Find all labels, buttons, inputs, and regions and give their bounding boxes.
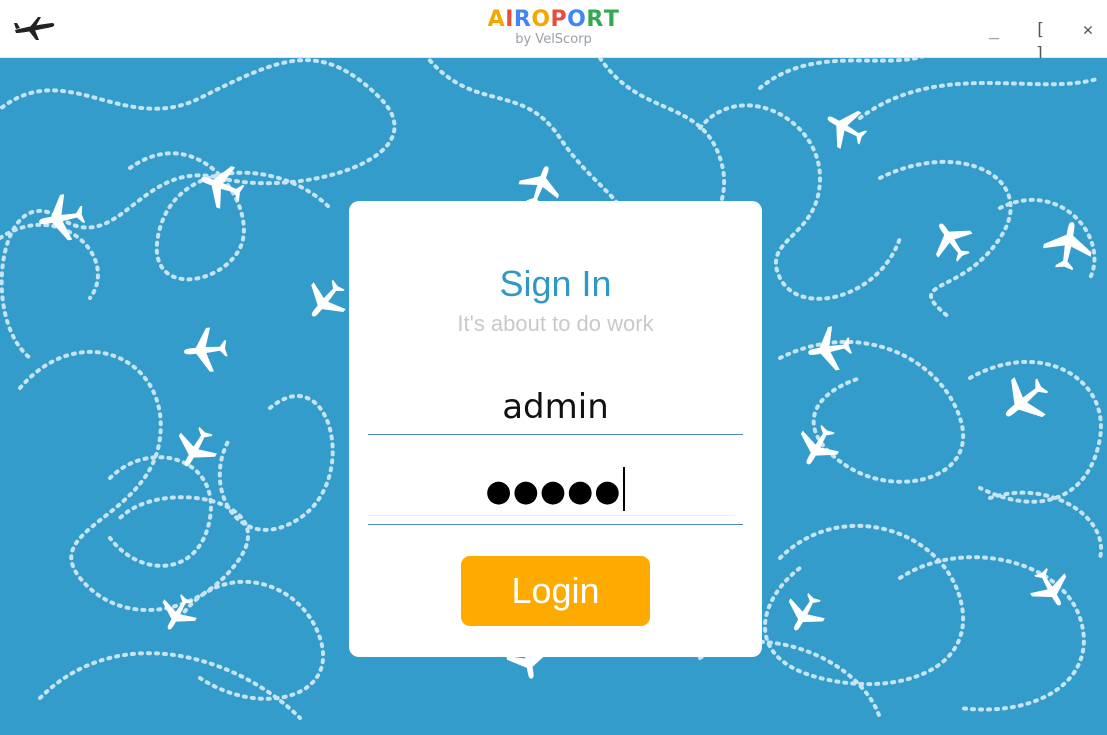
brand-letter: R: [513, 7, 532, 32]
brand-letter: O: [531, 7, 551, 32]
sign-in-subtitle: It's about to do work: [457, 311, 654, 336]
brand-letter: A: [487, 7, 506, 32]
password-field-wrapper[interactable]: ●●●●●: [368, 466, 743, 525]
app-byline: by VelScorp: [515, 32, 592, 47]
text-caret: [623, 466, 626, 511]
close-button[interactable]: ✕: [1073, 18, 1103, 42]
password-inner-divider: [368, 515, 735, 516]
username-field-wrapper: [368, 379, 743, 435]
sign-in-card: Sign In It's about to do work ●●●●● Logi…: [349, 201, 762, 657]
password-mask: ●●●●●: [485, 474, 622, 509]
brand-letter: I: [505, 7, 514, 32]
title-bar: AIROPORT by VelScorp _ [ ] ✕: [0, 0, 1107, 64]
username-input[interactable]: [368, 379, 743, 434]
sign-in-title: Sign In: [499, 263, 612, 304]
minimize-button[interactable]: _: [979, 18, 1009, 42]
brand-letter: T: [603, 7, 620, 32]
brand-letter: R: [586, 7, 604, 32]
app-brand: AIROPORT: [0, 6, 1107, 34]
brand-letter: O: [567, 7, 587, 32]
maximize-button[interactable]: [ ]: [1025, 18, 1055, 64]
password-input[interactable]: ●●●●●: [368, 466, 743, 521]
login-button[interactable]: Login: [461, 556, 650, 626]
brand-letter: P: [550, 7, 568, 32]
